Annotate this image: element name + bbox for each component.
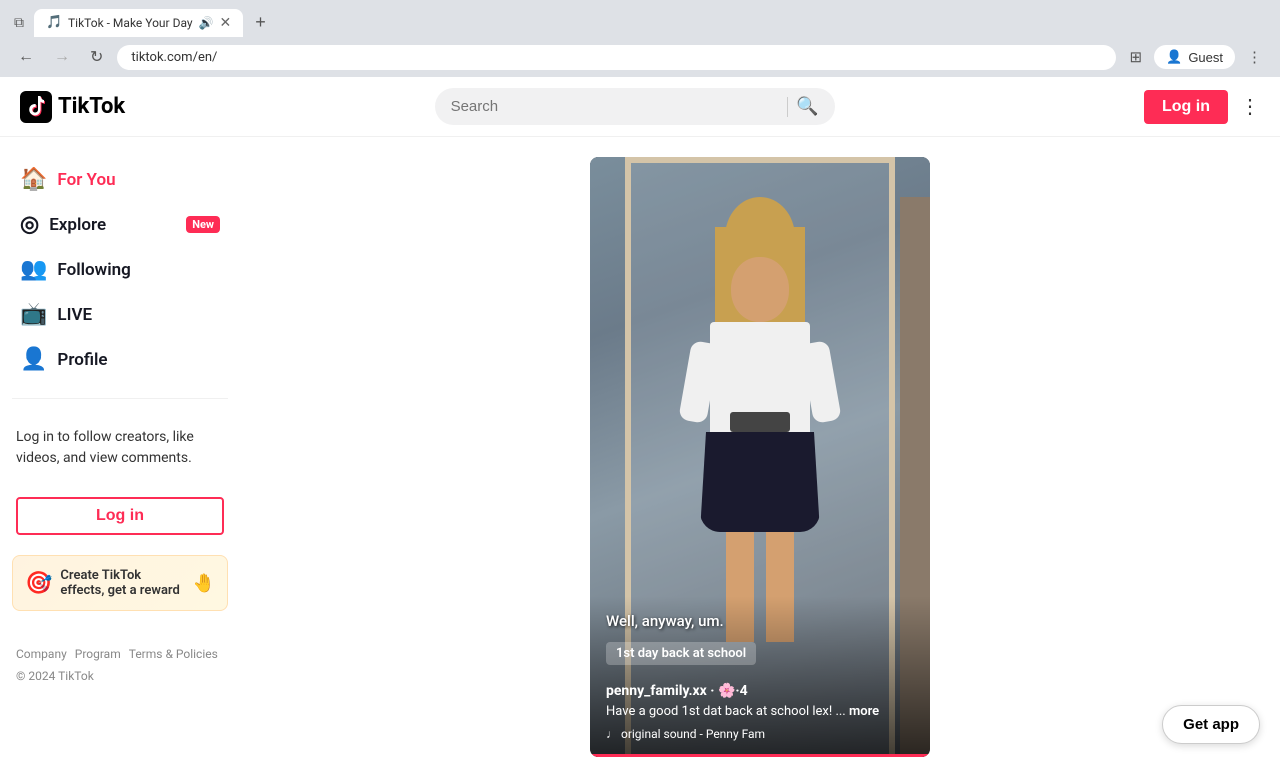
- tab-close-button[interactable]: ✕: [220, 15, 232, 31]
- logo-link[interactable]: TikTok: [20, 91, 125, 123]
- sidebar-following-label: Following: [57, 260, 220, 280]
- sidebar: 🏠 For You ◎ Explore New 👥 Following 📺: [0, 137, 240, 761]
- sidebar-profile-label: Profile: [57, 350, 220, 370]
- back-button[interactable]: ←: [12, 44, 40, 70]
- video-feed: Well, anyway, um. 1st day back at school…: [590, 157, 930, 757]
- forward-button[interactable]: →: [48, 44, 76, 70]
- tab-favicon: 🎵: [46, 15, 62, 31]
- site-header: TikTok 🔍 Log in ⋮: [0, 77, 1280, 137]
- tiktok-logo-icon: [20, 91, 52, 123]
- search-input[interactable]: [451, 98, 780, 115]
- video-container[interactable]: Well, anyway, um. 1st day back at school…: [590, 157, 930, 757]
- promo-icon: 🎯: [25, 571, 52, 596]
- video-author[interactable]: penny_family.xx · 🌸·4: [606, 683, 914, 699]
- promo-reward-icon: 🤚: [193, 573, 215, 594]
- main-content: Well, anyway, um. 1st day back at school…: [240, 137, 1280, 777]
- video-tag: 1st day back at school: [606, 642, 756, 665]
- video-caption-top: Well, anyway, um.: [606, 612, 914, 630]
- sidebar-live-label: LIVE: [57, 305, 220, 325]
- get-app-button[interactable]: Get app: [1162, 705, 1260, 744]
- footer-program-link[interactable]: Program: [75, 647, 121, 661]
- video-sound[interactable]: ♩ original sound - Penny Fam: [606, 727, 914, 741]
- guest-label: Guest: [1188, 50, 1223, 65]
- explore-new-badge: New: [186, 216, 220, 233]
- video-card: Well, anyway, um. 1st day back at school…: [590, 157, 930, 757]
- footer-company-link[interactable]: Company: [16, 647, 67, 661]
- active-tab[interactable]: 🎵 TikTok - Make Your Day 🔊 ✕: [34, 9, 243, 37]
- tab-switcher[interactable]: ⧉: [8, 10, 30, 35]
- header-actions: Log in ⋮: [1144, 90, 1260, 124]
- sidebar-nav: 🏠 For You ◎ Explore New 👥 Following 📺: [0, 157, 240, 382]
- tab-mute-icon[interactable]: 🔊: [199, 16, 214, 30]
- right-arm: [800, 340, 841, 424]
- sidebar-item-explore[interactable]: ◎ Explore New: [8, 202, 232, 247]
- shirt: [710, 322, 810, 432]
- video-tag-container: 1st day back at school: [606, 642, 914, 675]
- extensions-button[interactable]: ⊞: [1124, 44, 1149, 70]
- face: [731, 257, 789, 322]
- sidebar-divider: [12, 398, 228, 399]
- profile-icon: 👤: [1166, 49, 1182, 65]
- person-figure: [675, 197, 845, 642]
- sidebar-item-live[interactable]: 📺 LIVE: [8, 292, 232, 337]
- search-button[interactable]: 🔍: [796, 96, 818, 117]
- login-button[interactable]: Log in: [1144, 90, 1228, 124]
- held-object: [730, 412, 790, 432]
- address-bar[interactable]: tiktok.com/en/: [117, 45, 1115, 70]
- following-icon: 👥: [20, 257, 47, 282]
- home-icon: 🏠: [20, 167, 47, 192]
- sidebar-item-for-you[interactable]: 🏠 For You: [8, 157, 232, 202]
- left-arm: [678, 340, 719, 424]
- footer-copyright: © 2024 TikTok: [16, 669, 224, 683]
- sidebar-login-button[interactable]: Log in: [16, 497, 224, 535]
- promo-banner[interactable]: 🎯 Create TikTok effects, get a reward 🤚: [12, 555, 228, 611]
- logo-text: TikTok: [58, 94, 125, 119]
- reload-button[interactable]: ↻: [84, 43, 109, 71]
- profile-icon: 👤: [20, 347, 47, 372]
- guest-profile-button[interactable]: 👤 Guest: [1154, 45, 1235, 69]
- video-progress-bar: [590, 754, 930, 757]
- search-bar[interactable]: 🔍: [435, 88, 835, 125]
- new-tab-button[interactable]: +: [247, 8, 274, 37]
- sidebar-explore-label: Explore: [49, 215, 172, 235]
- login-prompt-text: Log in to follow creators, like videos, …: [0, 415, 240, 481]
- skirt: [700, 432, 820, 532]
- sidebar-item-profile[interactable]: 👤 Profile: [8, 337, 232, 382]
- sidebar-item-following[interactable]: 👥 Following: [8, 247, 232, 292]
- browser-menu-button[interactable]: ⋮: [1241, 44, 1268, 70]
- video-desc-text: Have a good 1st dat back at school lex! …: [606, 704, 849, 719]
- url-text: tiktok.com/en/: [131, 50, 1101, 65]
- explore-icon: ◎: [20, 212, 39, 237]
- header-more-button[interactable]: ⋮: [1240, 94, 1260, 119]
- search-divider: [787, 97, 788, 117]
- promo-text: Create TikTok effects, get a reward: [60, 568, 184, 598]
- footer-links: Company Program Terms & Policies: [16, 647, 224, 661]
- video-overlay: Well, anyway, um. 1st day back at school…: [590, 596, 930, 757]
- tab-title: TikTok - Make Your Day: [68, 16, 193, 30]
- video-description: Have a good 1st dat back at school lex! …: [606, 703, 914, 721]
- sidebar-for-you-label: For You: [57, 170, 220, 190]
- live-icon: 📺: [20, 302, 47, 327]
- footer-terms-link[interactable]: Terms & Policies: [129, 647, 218, 661]
- video-more-link[interactable]: more: [849, 704, 879, 719]
- sidebar-footer: Company Program Terms & Policies © 2024 …: [0, 631, 240, 699]
